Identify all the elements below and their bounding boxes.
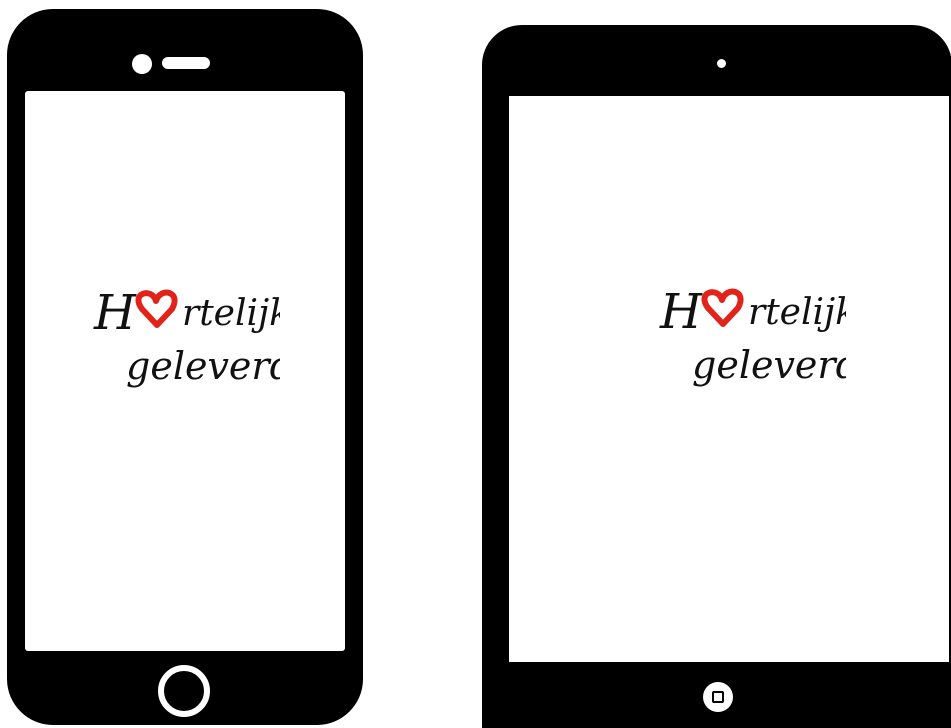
heart-icon [135,289,178,328]
logo-line2: geleverd! [126,344,280,388]
hartelijk-geleverd-logo: H rtelijk geleverd! [93,285,280,388]
logo-line2: geleverd! [692,343,846,387]
logo-initial: H [659,284,703,340]
heart-icon [701,288,744,327]
logo-initial: H [93,285,137,341]
front-camera [132,54,152,74]
logo-word-rest: rtelijk [748,292,846,333]
phone-screen: H rtelijk geleverd! [25,91,345,651]
home-button[interactable] [158,665,210,717]
logo-word-rest: rtelijk [182,293,280,334]
hartelijk-geleverd-logo: H rtelijk geleverd! [659,284,846,387]
home-button[interactable] [703,682,733,712]
home-square-icon [712,691,724,703]
front-camera [717,59,726,68]
tablet-screen: H rtelijk geleverd! [509,96,949,662]
tablet-device: H rtelijk geleverd! [482,25,951,728]
smartphone-device: H rtelijk geleverd! [7,9,363,725]
earpiece-speaker [162,57,210,69]
